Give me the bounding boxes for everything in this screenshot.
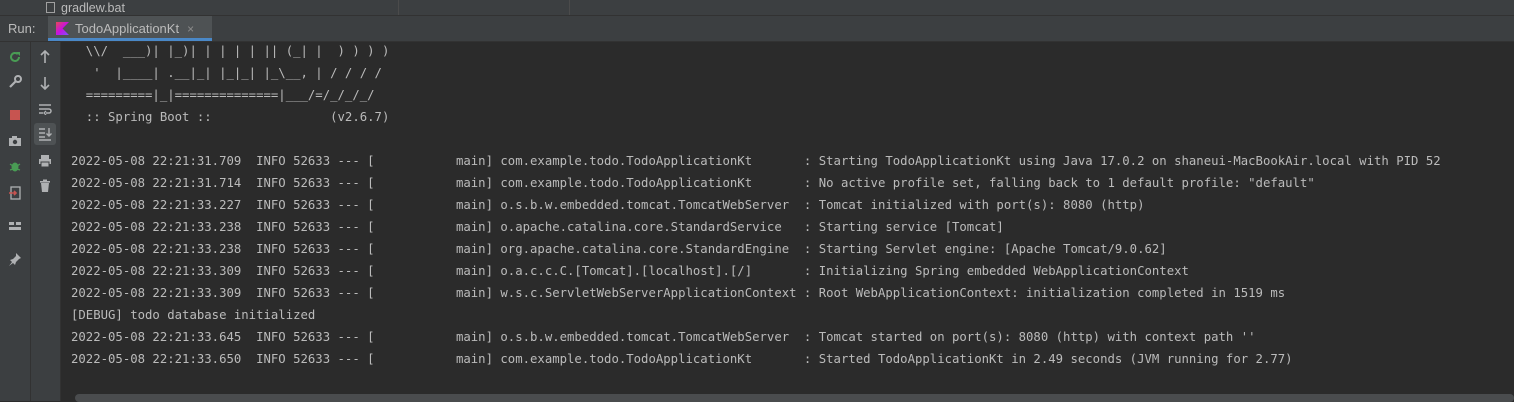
camera-icon[interactable] [4, 130, 26, 152]
console-line: ' |____| .__|_| |_|_| |_\__, | / / / / [71, 66, 382, 80]
console-output[interactable]: \\/ ___)| |_)| | | | | || (_| | ) ) ) ) … [61, 42, 1514, 390]
tab-label: TodoApplicationKt [75, 21, 180, 36]
horizontal-scrollbar[interactable] [61, 391, 1514, 402]
console-line: [DEBUG] todo database initialized [71, 308, 316, 322]
stop-icon[interactable] [4, 104, 26, 126]
divider [398, 0, 399, 15]
trash-icon[interactable] [34, 175, 56, 197]
soft-wrap-icon[interactable] [34, 98, 56, 120]
file-name: gradlew.bat [61, 0, 125, 15]
console-line: :: Spring Boot :: (v2.6.7) [71, 110, 390, 124]
console-line: =========|_|==============|___/=/_/_/_/ [71, 88, 375, 102]
rerun-icon[interactable] [4, 46, 26, 68]
toolbar-column-secondary [30, 42, 60, 401]
console-line: 2022-05-08 22:21:31.709 INFO 52633 --- [… [71, 154, 1441, 168]
arrow-up-icon[interactable] [34, 46, 56, 68]
print-icon[interactable] [34, 150, 56, 172]
console-line: 2022-05-08 22:21:33.309 INFO 52633 --- [… [71, 264, 1189, 278]
console-line: 2022-05-08 22:21:33.645 INFO 52633 --- [… [71, 330, 1256, 344]
console-line: 2022-05-08 22:21:33.238 INFO 52633 --- [… [71, 220, 1004, 234]
console-line: 2022-05-08 22:21:33.227 INFO 52633 --- [… [71, 198, 1145, 212]
run-toolbar [0, 42, 61, 401]
console-line: 2022-05-08 22:21:33.650 INFO 52633 --- [… [71, 352, 1293, 366]
arrow-down-icon[interactable] [34, 72, 56, 94]
layout-icon[interactable] [4, 215, 26, 237]
divider [569, 0, 570, 15]
run-label: Run: [8, 21, 36, 36]
active-tab-indicator [48, 38, 212, 41]
exit-icon[interactable] [4, 182, 26, 204]
project-tree-strip: gradlew.bat [0, 0, 1514, 16]
tab-todo-application[interactable]: TodoApplicationKt × [48, 16, 212, 41]
scroll-to-end-icon[interactable] [34, 123, 56, 145]
close-icon[interactable]: × [187, 22, 194, 36]
run-tool-window-header: Run: TodoApplicationKt × [0, 16, 1514, 42]
console-line: 2022-05-08 22:21:33.238 INFO 52633 --- [… [71, 242, 1167, 256]
wrench-icon[interactable] [4, 71, 26, 93]
console-line: 2022-05-08 22:21:33.309 INFO 52633 --- [… [71, 286, 1286, 300]
pin-icon[interactable] [4, 248, 26, 270]
file-icon [46, 2, 55, 13]
debug-bug-icon[interactable] [4, 155, 26, 177]
project-file-item[interactable]: gradlew.bat [46, 0, 125, 15]
console-line: \\/ ___)| |_)| | | | | || (_| | ) ) ) ) [71, 44, 390, 58]
toolbar-column-primary [0, 42, 31, 401]
console-line: 2022-05-08 22:21:31.714 INFO 52633 --- [… [71, 176, 1315, 190]
kotlin-icon [56, 22, 69, 35]
